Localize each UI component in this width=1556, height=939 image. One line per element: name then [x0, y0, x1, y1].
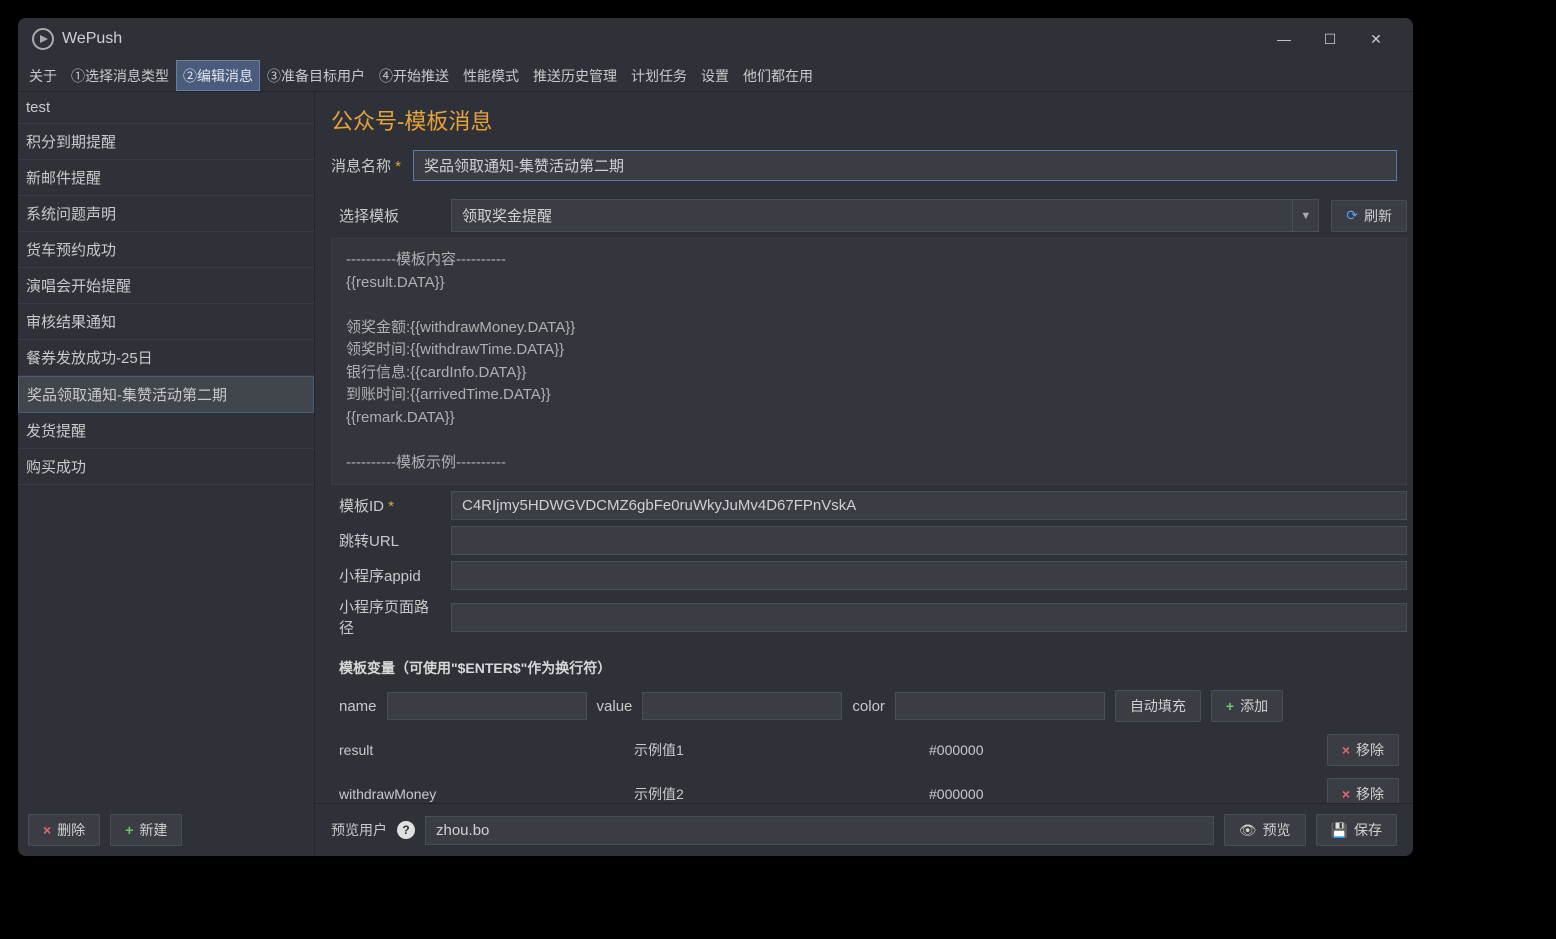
new-label: 新建 — [139, 820, 167, 840]
refresh-icon: ⟳ — [1346, 207, 1358, 224]
preview-label: 预览 — [1263, 820, 1291, 840]
var-name-cell: withdrawMoney — [339, 786, 634, 802]
sidebar-item[interactable]: 货车预约成功 — [18, 232, 314, 268]
maximize-button[interactable]: ☐ — [1307, 18, 1353, 60]
remove-label: 移除 — [1356, 740, 1384, 760]
titlebar: WePush ― ☐ ✕ — [18, 18, 1413, 60]
autofill-label: 自动填充 — [1130, 696, 1186, 716]
preview-user-label: 预览用户 — [331, 820, 387, 840]
tab-7[interactable]: 计划任务 — [624, 60, 694, 91]
sidebar-item[interactable]: 审核结果通知 — [18, 304, 314, 340]
plus-icon: + — [1226, 698, 1234, 714]
var-name-input[interactable] — [387, 692, 587, 720]
vars-section-title: 模板变量（可使用"$ENTER$"作为换行符） — [331, 644, 1407, 686]
var-value-input[interactable] — [642, 692, 842, 720]
var-name-label: name — [339, 698, 377, 715]
tab-0[interactable]: 关于 — [22, 60, 64, 91]
remove-var-button[interactable]: × 移除 — [1327, 778, 1399, 803]
tab-8[interactable]: 设置 — [694, 60, 736, 91]
sidebar-item[interactable]: test — [18, 92, 314, 124]
tab-3[interactable]: ③准备目标用户 — [260, 60, 372, 91]
mini-path-input[interactable] — [451, 603, 1407, 632]
template-id-input[interactable] — [451, 491, 1407, 520]
tab-2[interactable]: ②编辑消息 — [176, 60, 260, 91]
message-name-row: 消息名称 — [315, 144, 1413, 193]
var-name-cell: result — [339, 742, 634, 758]
main-panel: 公众号-模板消息 消息名称 选择模板 领取奖金提醒 ▼ ⟳ 刷新 — [315, 92, 1413, 856]
refresh-label: 刷新 — [1364, 206, 1392, 226]
template-id-label: 模板ID — [331, 495, 439, 516]
var-row: withdrawMoney示例值2#000000 × 移除 — [339, 772, 1399, 803]
var-input-row: name value color 自动填充 + 添加 — [339, 690, 1399, 722]
content-area[interactable]: 选择模板 领取奖金提醒 ▼ ⟳ 刷新 ----------模板内容-------… — [315, 193, 1413, 803]
eye-icon: 👁 — [1239, 822, 1257, 839]
add-var-button[interactable]: + 添加 — [1211, 690, 1283, 722]
preview-user-input[interactable] — [425, 816, 1214, 845]
sidebar-item[interactable]: 购买成功 — [18, 449, 314, 485]
close-button[interactable]: ✕ — [1353, 18, 1399, 60]
sidebar: test积分到期提醒新邮件提醒系统问题声明货车预约成功演唱会开始提醒审核结果通知… — [18, 92, 315, 856]
main-tabstrip: 关于①选择消息类型②编辑消息③准备目标用户④开始推送性能模式推送历史管理计划任务… — [18, 60, 1413, 92]
sidebar-item[interactable]: 奖品领取通知-集赞活动第二期 — [18, 376, 314, 413]
sidebar-item[interactable]: 发货提醒 — [18, 413, 314, 449]
remove-label: 移除 — [1356, 784, 1384, 803]
page-header: 公众号-模板消息 — [315, 92, 1413, 144]
var-color-input[interactable] — [895, 692, 1105, 720]
mini-appid-label: 小程序appid — [331, 565, 439, 586]
main-footer: 预览用户 ? 👁 预览 💾 保存 — [315, 803, 1413, 856]
remove-var-button[interactable]: × 移除 — [1327, 734, 1399, 766]
message-list: test积分到期提醒新邮件提醒系统问题声明货车预约成功演唱会开始提醒审核结果通知… — [18, 92, 314, 804]
sidebar-item[interactable]: 新邮件提醒 — [18, 160, 314, 196]
template-select[interactable]: 领取奖金提醒 ▼ — [451, 199, 1319, 232]
message-name-label: 消息名称 — [331, 155, 401, 176]
preview-button[interactable]: 👁 预览 — [1224, 814, 1306, 846]
sidebar-item[interactable]: 积分到期提醒 — [18, 124, 314, 160]
template-content-preview: ----------模板内容---------- {{result.DATA}}… — [331, 238, 1407, 485]
help-icon[interactable]: ? — [397, 821, 415, 839]
sidebar-footer: × 删除 + 新建 — [18, 804, 314, 856]
var-color-cell: #000000 — [929, 742, 1289, 758]
message-name-input[interactable] — [413, 150, 1397, 181]
save-label: 保存 — [1354, 820, 1382, 840]
add-label: 添加 — [1240, 696, 1268, 716]
tab-6[interactable]: 推送历史管理 — [526, 60, 624, 91]
page-title: 公众号-模板消息 — [331, 104, 1397, 136]
app-title: WePush — [62, 30, 122, 48]
var-value-cell: 示例值2 — [634, 784, 929, 803]
autofill-button[interactable]: 自动填充 — [1115, 690, 1201, 722]
var-color-cell: #000000 — [929, 786, 1289, 802]
tab-4[interactable]: ④开始推送 — [372, 60, 456, 91]
delete-label: 删除 — [57, 820, 85, 840]
tab-5[interactable]: 性能模式 — [456, 60, 526, 91]
new-button[interactable]: + 新建 — [110, 814, 182, 846]
delete-button[interactable]: × 删除 — [28, 814, 100, 846]
template-select-value: 领取奖金提醒 — [451, 199, 1293, 232]
app-window: WePush ― ☐ ✕ 关于①选择消息类型②编辑消息③准备目标用户④开始推送性… — [18, 18, 1413, 856]
mini-path-label: 小程序页面路径 — [331, 596, 439, 638]
var-color-label: color — [852, 698, 885, 715]
remove-icon: × — [1342, 742, 1350, 758]
remove-icon: × — [1342, 786, 1350, 802]
jump-url-input[interactable] — [451, 526, 1407, 555]
jump-url-label: 跳转URL — [331, 530, 439, 551]
app-logo-icon — [32, 28, 54, 50]
var-value-cell: 示例值1 — [634, 740, 929, 760]
sidebar-item[interactable]: 餐券发放成功-25日 — [18, 340, 314, 376]
save-icon: 💾 — [1331, 822, 1348, 839]
chevron-down-icon[interactable]: ▼ — [1293, 199, 1319, 232]
plus-icon: + — [125, 822, 133, 838]
delete-icon: × — [43, 822, 51, 838]
vars-table: result示例值1#000000×移除withdrawMoney示例值2#00… — [339, 728, 1399, 803]
tab-9[interactable]: 他们都在用 — [736, 60, 820, 91]
var-value-label: value — [597, 698, 633, 715]
mini-appid-input[interactable] — [451, 561, 1407, 590]
tab-1[interactable]: ①选择消息类型 — [64, 60, 176, 91]
sidebar-item[interactable]: 演唱会开始提醒 — [18, 268, 314, 304]
save-button[interactable]: 💾 保存 — [1316, 814, 1397, 846]
refresh-button[interactable]: ⟳ 刷新 — [1331, 200, 1407, 232]
template-select-label: 选择模板 — [331, 205, 439, 226]
var-row: result示例值1#000000 × 移除 — [339, 728, 1399, 772]
minimize-button[interactable]: ― — [1261, 18, 1307, 60]
sidebar-item[interactable]: 系统问题声明 — [18, 196, 314, 232]
